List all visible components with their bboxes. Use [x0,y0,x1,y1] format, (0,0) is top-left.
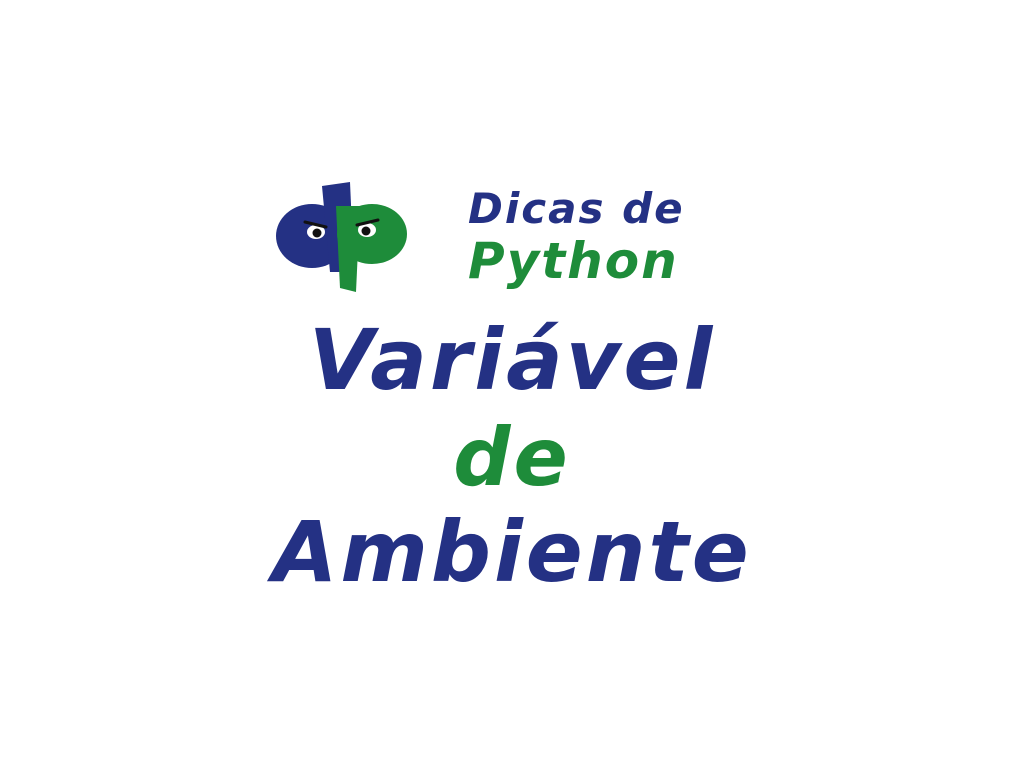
dp-monogram-logo-icon [276,182,407,292]
thumbnail-canvas: Dicas de Python Variável de Ambiente [0,0,1024,768]
title-line-2: de [453,411,571,504]
logo-letter-p [336,204,407,292]
brand-name-line-1: Dicas de [468,184,685,233]
title-line-3: Ambiente [272,503,752,601]
brand-name-line-2: Python [468,232,679,290]
title-line-1: Variável [308,311,716,409]
